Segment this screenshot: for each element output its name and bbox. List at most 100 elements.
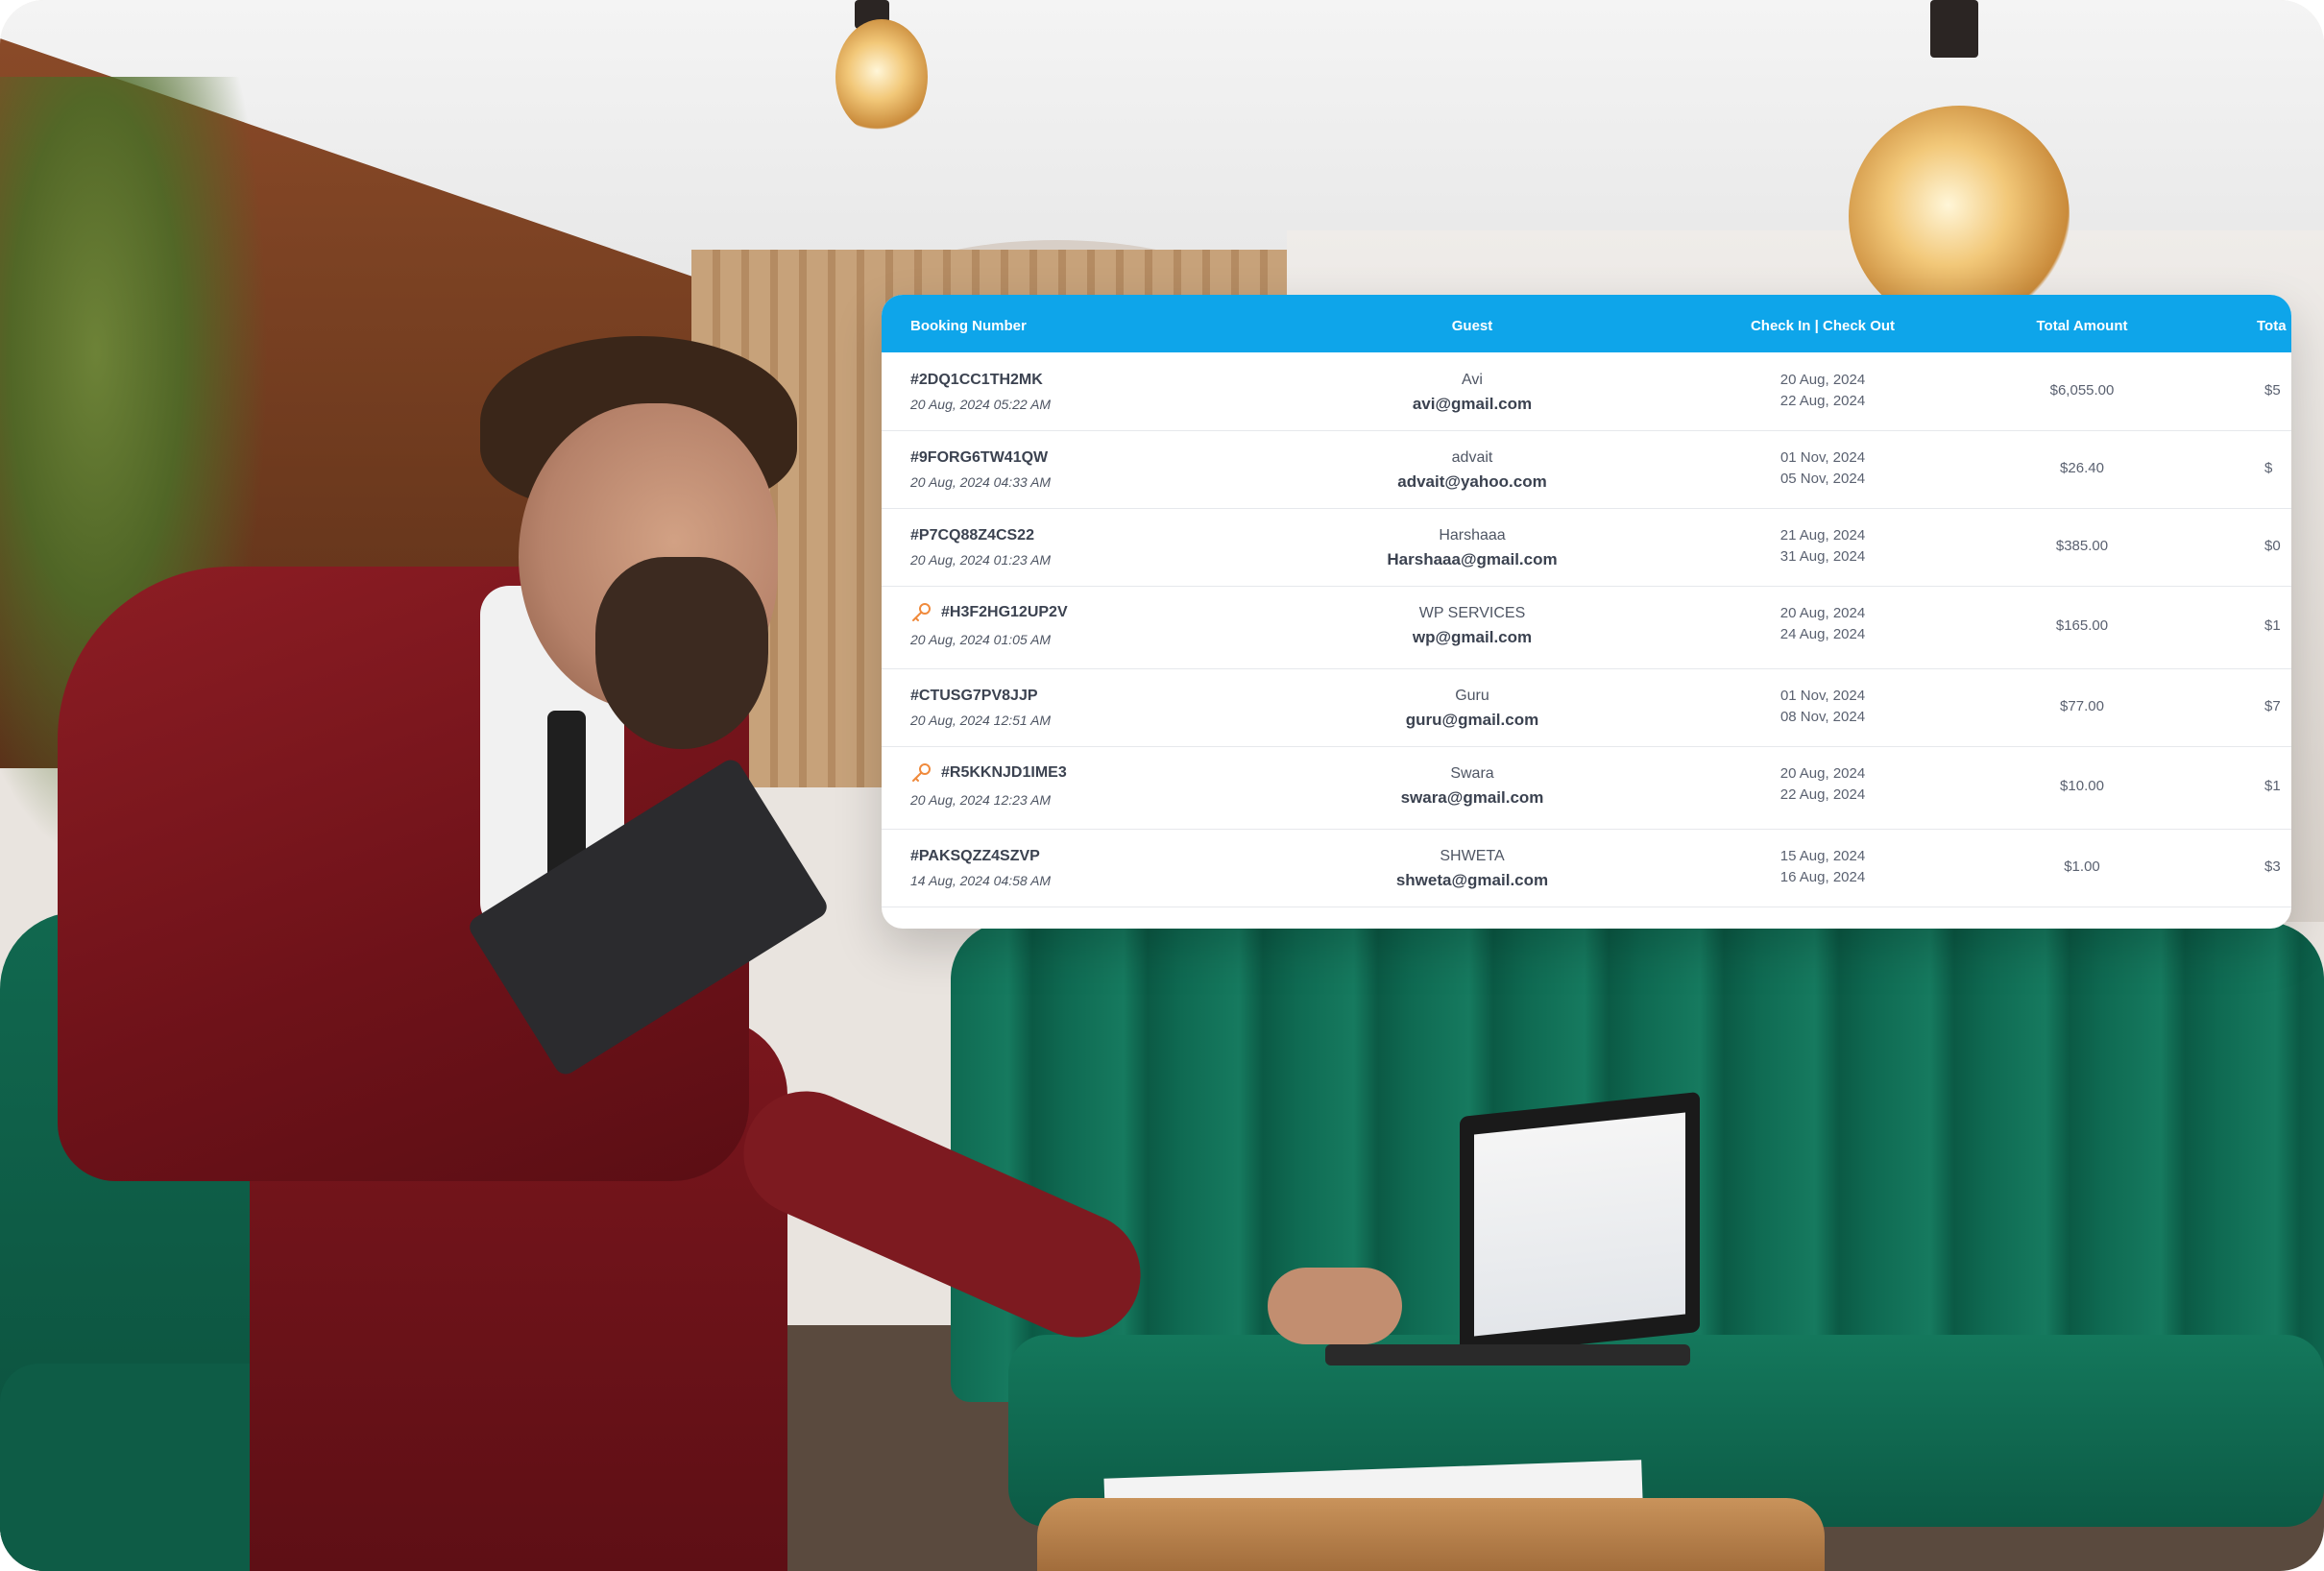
guest-name: Avi [1462, 372, 1483, 388]
booking-id[interactable]: #H3F2HG12UP2V [941, 604, 1068, 621]
table-row[interactable]: #PAKSQZZ4SZVP 14 Aug, 2024 04:58 AM SHWETA… [882, 829, 2291, 907]
table-row[interactable]: #CTUSG7PV8JJP 20 Aug, 2024 12:51 AM Guru gu… [882, 668, 2291, 747]
booking-cell: #CTUSG7PV8JJP 20 Aug, 2024 12:51 AM [910, 688, 1333, 728]
booking-id[interactable]: #2DQ1CC1TH2MK [910, 372, 1043, 389]
dates-cell: 20 Aug, 2024 24 Aug, 2024 [1688, 603, 1957, 645]
laptop-base [1325, 1344, 1690, 1366]
booking-created-date: 20 Aug, 2024 05:22 AM [910, 397, 1052, 412]
guest-name: Harshaaa [1439, 527, 1506, 544]
key-icon [912, 603, 931, 621]
booking-id-link[interactable]: #PAKSQZZ4SZVP [910, 848, 1333, 865]
table-row[interactable]: #H3F2HG12UP2V 20 Aug, 2024 01:05 AM WP SER… [882, 586, 2291, 669]
header-booking-number[interactable]: Booking Number [910, 295, 1027, 352]
booking-created-date: 20 Aug, 2024 01:05 AM [910, 632, 1052, 647]
person-hand [1268, 1268, 1402, 1344]
guest-name: advait [1451, 449, 1493, 466]
pendant-bulb [1849, 106, 2070, 326]
booking-id[interactable]: #R5KKNJD1IME3 [941, 764, 1067, 782]
header-total-cut[interactable]: Tota [2257, 295, 2287, 352]
pendant-cap [1930, 0, 1978, 58]
guest-email: Harshaaa@gmail.com [1387, 550, 1558, 568]
next-column-value: $1 [2264, 617, 2281, 634]
booking-id-link[interactable]: #9FORG6TW41QW [910, 449, 1333, 467]
key-icon [912, 763, 931, 782]
check-out-date: 05 Nov, 2024 [1779, 471, 1866, 487]
guest-cell: Harshaaa Harshaaa@gmail.com [1362, 527, 1583, 569]
total-amount: $385.00 [2055, 538, 2109, 554]
booking-cell: #9FORG6TW41QW 20 Aug, 2024 04:33 AM [910, 449, 1333, 490]
next-column-value: $ [2264, 460, 2273, 476]
booking-cell: #H3F2HG12UP2V 20 Aug, 2024 01:05 AM [910, 601, 1333, 647]
header-guest[interactable]: Guest [1362, 295, 1583, 352]
guest-name: Swara [1450, 765, 1494, 782]
booking-id-link[interactable]: #R5KKNJD1IME3 [910, 761, 1333, 785]
booking-created-date: 20 Aug, 2024 01:23 AM [910, 552, 1052, 568]
check-in-date: 01 Nov, 2024 [1779, 449, 1866, 466]
dates-cell: 01 Nov, 2024 08 Nov, 2024 [1688, 686, 1957, 728]
check-in-date: 20 Aug, 2024 [1779, 372, 1866, 388]
check-out-date: 08 Nov, 2024 [1779, 709, 1866, 725]
booking-cell: #PAKSQZZ4SZVP 14 Aug, 2024 04:58 AM [910, 848, 1333, 888]
header-check-in-out[interactable]: Check In | Check Out [1688, 295, 1957, 352]
guest-email: swara@gmail.com [1400, 788, 1544, 807]
booking-created-date: 14 Aug, 2024 04:58 AM [910, 873, 1052, 888]
dates-cell: 20 Aug, 2024 22 Aug, 2024 [1688, 763, 1957, 806]
next-column-value: $0 [2264, 538, 2281, 554]
table-row[interactable]: #2DQ1CC1TH2MK 20 Aug, 2024 05:22 AM Avi avi… [882, 352, 2291, 431]
total-amount: $1.00 [2064, 858, 2100, 875]
person-beard [595, 557, 768, 749]
total-amount: $6,055.00 [2049, 382, 2115, 399]
dates-cell: 15 Aug, 2024 16 Aug, 2024 [1688, 846, 1957, 888]
check-out-date: 22 Aug, 2024 [1779, 393, 1866, 409]
total-amount: $77.00 [2060, 698, 2104, 714]
laptop-dashboard [1474, 1112, 1685, 1337]
dates-cell: 20 Aug, 2024 22 Aug, 2024 [1688, 370, 1957, 412]
dates-cell: 21 Aug, 2024 31 Aug, 2024 [1688, 525, 1957, 568]
booking-id-link[interactable]: #H3F2HG12UP2V [910, 601, 1333, 624]
check-out-date: 16 Aug, 2024 [1779, 869, 1866, 885]
guest-name: SHWETA [1440, 848, 1505, 864]
booking-cell: #P7CQ88Z4CS22 20 Aug, 2024 01:23 AM [910, 527, 1333, 568]
guest-cell: Guru guru@gmail.com [1362, 688, 1583, 730]
guest-cell: SHWETA shweta@gmail.com [1362, 848, 1583, 890]
total-amount: $26.40 [2060, 460, 2104, 476]
booking-created-date: 20 Aug, 2024 12:23 AM [910, 792, 1052, 808]
booking-id[interactable]: #PAKSQZZ4SZVP [910, 848, 1040, 865]
total-amount: $165.00 [2055, 617, 2109, 634]
guest-name: Guru [1455, 688, 1489, 704]
booking-id-link[interactable]: #2DQ1CC1TH2MK [910, 372, 1333, 389]
guest-email: avi@gmail.com [1412, 395, 1533, 413]
guest-cell: WP SERVICES wp@gmail.com [1362, 605, 1583, 647]
check-in-date: 21 Aug, 2024 [1779, 527, 1866, 544]
table-row[interactable]: #9FORG6TW41QW 20 Aug, 2024 04:33 AM advait… [882, 430, 2291, 509]
booking-id[interactable]: #9FORG6TW41QW [910, 449, 1048, 467]
check-out-date: 22 Aug, 2024 [1779, 786, 1866, 803]
coffee-table [1037, 1498, 1825, 1571]
table-header: Booking Number Guest Check In | Check Ou… [882, 295, 2291, 352]
guest-cell: advait advait@yahoo.com [1362, 449, 1583, 492]
check-in-date: 20 Aug, 2024 [1779, 605, 1866, 621]
booking-cell: #2DQ1CC1TH2MK 20 Aug, 2024 05:22 AM [910, 372, 1333, 412]
booking-id-link[interactable]: #CTUSG7PV8JJP [910, 688, 1333, 705]
header-total-amount[interactable]: Total Amount [1957, 295, 2207, 352]
guest-cell: Avi avi@gmail.com [1362, 372, 1583, 414]
guest-email: shweta@gmail.com [1395, 871, 1549, 889]
guest-email: guru@gmail.com [1405, 711, 1539, 729]
pendant-bulb [835, 19, 928, 134]
table-row[interactable]: #P7CQ88Z4CS22 20 Aug, 2024 01:23 AM Harsha… [882, 508, 2291, 587]
table-row[interactable]: #R5KKNJD1IME3 20 Aug, 2024 12:23 AM Swara s… [882, 746, 2291, 830]
total-amount: $10.00 [2060, 778, 2104, 794]
booking-id-link[interactable]: #P7CQ88Z4CS22 [910, 527, 1333, 544]
check-in-date: 15 Aug, 2024 [1779, 848, 1866, 864]
hero-frame: Booking Number Guest Check In | Check Ou… [0, 0, 2324, 1571]
next-column-value: $7 [2264, 698, 2281, 714]
bookings-table-card: Booking Number Guest Check In | Check Ou… [882, 295, 2291, 929]
check-in-date: 01 Nov, 2024 [1779, 688, 1866, 704]
guest-email: advait@yahoo.com [1397, 472, 1547, 491]
guest-name: WP SERVICES [1418, 605, 1526, 621]
booking-id[interactable]: #P7CQ88Z4CS22 [910, 527, 1034, 544]
booking-id[interactable]: #CTUSG7PV8JJP [910, 688, 1038, 705]
booking-cell: #R5KKNJD1IME3 20 Aug, 2024 12:23 AM [910, 761, 1333, 808]
next-column-value: $1 [2264, 778, 2281, 794]
guest-email: wp@gmail.com [1412, 628, 1533, 646]
